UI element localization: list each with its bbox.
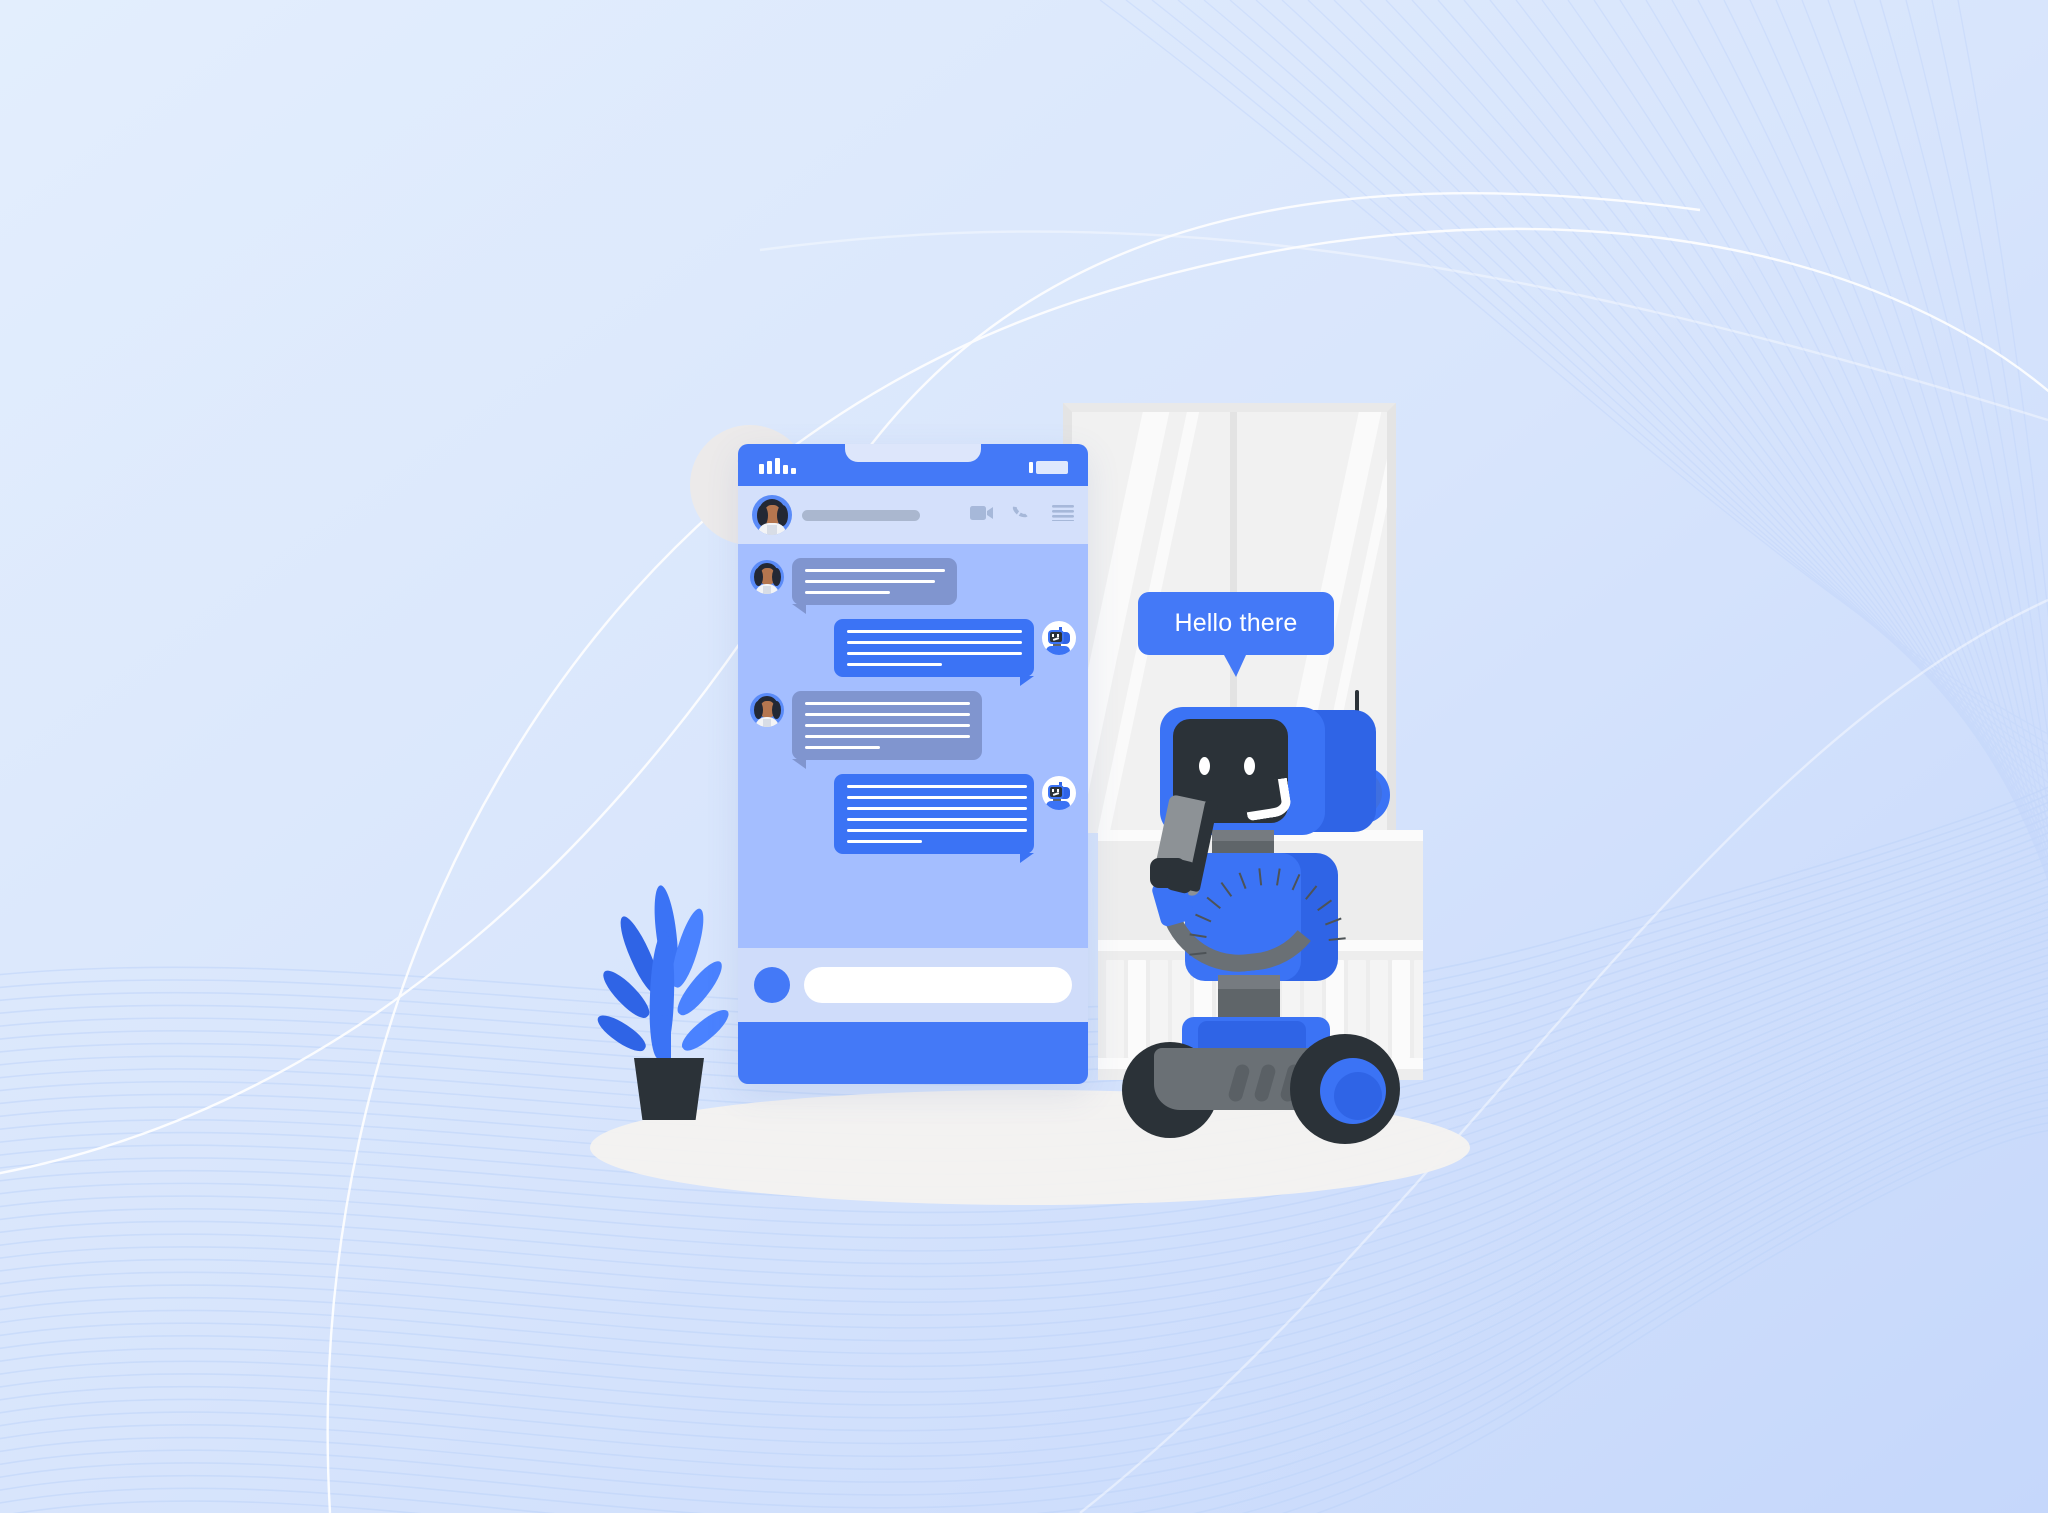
phone-mockup[interactable] bbox=[738, 444, 1088, 1084]
book bbox=[1106, 960, 1124, 1058]
phone-status-bar bbox=[738, 444, 1088, 486]
chat-message[interactable] bbox=[750, 691, 1076, 769]
chat-text-line bbox=[847, 641, 1022, 644]
chat-text-line bbox=[847, 785, 1027, 788]
phone-call-icon[interactable] bbox=[1012, 502, 1034, 529]
chat-text-line bbox=[847, 807, 1027, 810]
robot-waist-highlight bbox=[1218, 975, 1280, 989]
robot-arm-segment bbox=[1238, 872, 1247, 890]
robot-eye-left bbox=[1199, 757, 1210, 775]
scene: Hello there bbox=[0, 0, 2048, 1513]
attachment-button[interactable] bbox=[754, 967, 790, 1003]
chat-text-line bbox=[847, 796, 1027, 799]
signal-bar bbox=[767, 461, 772, 474]
chat-text-line bbox=[805, 569, 945, 572]
contact-avatar[interactable] bbox=[750, 693, 784, 727]
chat-text-line bbox=[805, 591, 890, 594]
signal-bar bbox=[759, 464, 764, 474]
chat-bubble[interactable] bbox=[792, 691, 982, 769]
phone-bottom-bar bbox=[738, 1022, 1088, 1084]
chat-text-line bbox=[805, 724, 970, 727]
robot-arm-segment bbox=[1276, 868, 1281, 886]
chat-message[interactable] bbox=[750, 558, 1076, 614]
robot-arm-segment bbox=[1305, 884, 1318, 900]
signal-bar bbox=[783, 465, 788, 474]
chat-header bbox=[738, 486, 1088, 544]
menu-icon[interactable] bbox=[1052, 504, 1074, 526]
robot-arm-segment bbox=[1189, 951, 1207, 956]
bot-avatar[interactable] bbox=[1042, 621, 1076, 655]
robot-arm-segment bbox=[1189, 933, 1207, 938]
chat-text-line bbox=[847, 840, 922, 843]
robot-wheel-hub-inner bbox=[1334, 1072, 1382, 1120]
illustration-canvas: Hello there bbox=[0, 0, 2048, 1513]
signal-bar bbox=[775, 458, 780, 474]
chat-robot bbox=[1122, 690, 1440, 1144]
chat-header-actions bbox=[970, 502, 1074, 529]
chat-bubble[interactable] bbox=[792, 558, 957, 614]
robot-arm-segment bbox=[1220, 882, 1233, 898]
chat-text-line bbox=[805, 746, 880, 749]
chat-message[interactable] bbox=[750, 619, 1076, 686]
video-call-icon[interactable] bbox=[970, 505, 994, 526]
chat-text-line bbox=[805, 713, 970, 716]
potted-plant-icon bbox=[592, 884, 734, 1120]
robot-tread bbox=[1227, 1062, 1251, 1104]
robot-smile bbox=[1242, 777, 1293, 822]
contact-name-placeholder bbox=[802, 509, 920, 521]
contact-avatar[interactable] bbox=[750, 560, 784, 594]
chat-bubble[interactable] bbox=[834, 619, 1034, 686]
chat-input-bar[interactable] bbox=[738, 948, 1088, 1022]
chat-text-line bbox=[847, 829, 1027, 832]
robot-eye-right bbox=[1244, 757, 1255, 775]
signal-bar bbox=[791, 468, 796, 474]
speech-bubble-text: Hello there bbox=[1174, 609, 1298, 637]
signal-bars-icon bbox=[759, 458, 796, 474]
battery-icon bbox=[1029, 461, 1068, 474]
contact-avatar[interactable] bbox=[752, 495, 792, 535]
chat-text-line bbox=[847, 652, 1022, 655]
chat-text-line bbox=[847, 818, 1027, 821]
message-input[interactable] bbox=[804, 967, 1072, 1003]
chat-bubble[interactable] bbox=[834, 774, 1034, 863]
robot-neck-highlight bbox=[1212, 830, 1274, 841]
chat-message[interactable] bbox=[750, 774, 1076, 863]
chat-text-line bbox=[847, 663, 942, 666]
chat-text-line bbox=[805, 580, 935, 583]
chat-text-line bbox=[805, 702, 970, 705]
phone-notch bbox=[845, 444, 981, 462]
robot-arm-segment bbox=[1205, 896, 1221, 909]
chat-text-line bbox=[847, 630, 1022, 633]
bot-avatar[interactable] bbox=[1042, 776, 1076, 810]
robot-arm-segment bbox=[1195, 913, 1212, 923]
speech-bubble: Hello there bbox=[1138, 592, 1334, 677]
robot-arm-segment bbox=[1291, 874, 1301, 891]
chat-text-line bbox=[805, 735, 970, 738]
chat-message-list[interactable] bbox=[738, 544, 1088, 948]
robot-tread bbox=[1253, 1062, 1277, 1104]
plant-pot bbox=[634, 1058, 704, 1120]
